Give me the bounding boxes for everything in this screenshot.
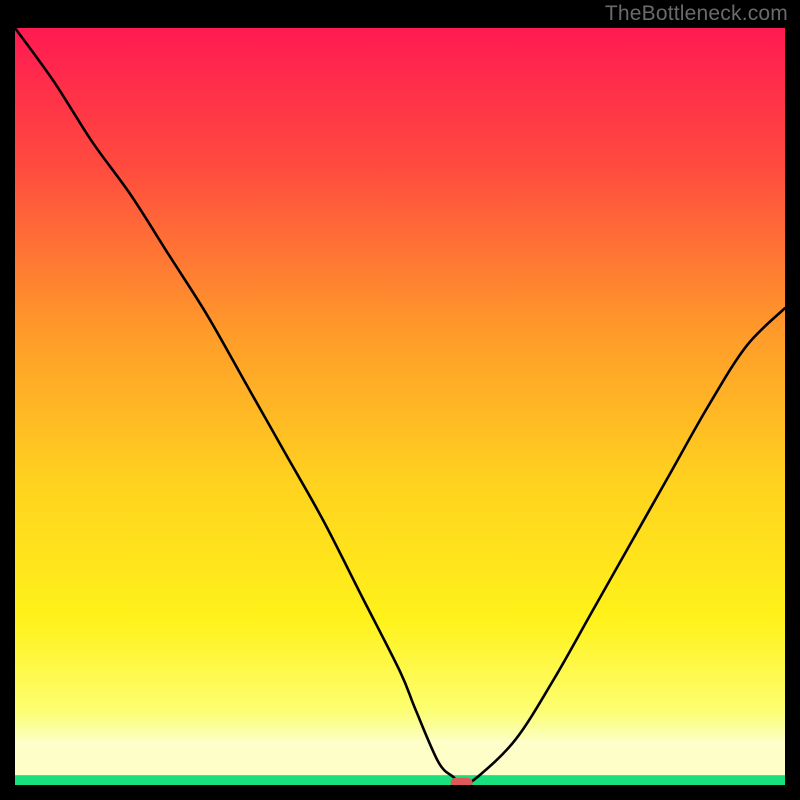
plot-area (15, 28, 785, 785)
bottleneck-chart-svg (15, 28, 785, 785)
watermark-text: TheBottleneck.com (605, 2, 788, 26)
optimal-marker (451, 778, 473, 785)
chart-frame: TheBottleneck.com (0, 0, 800, 800)
zero-bottleneck-band (15, 775, 785, 785)
